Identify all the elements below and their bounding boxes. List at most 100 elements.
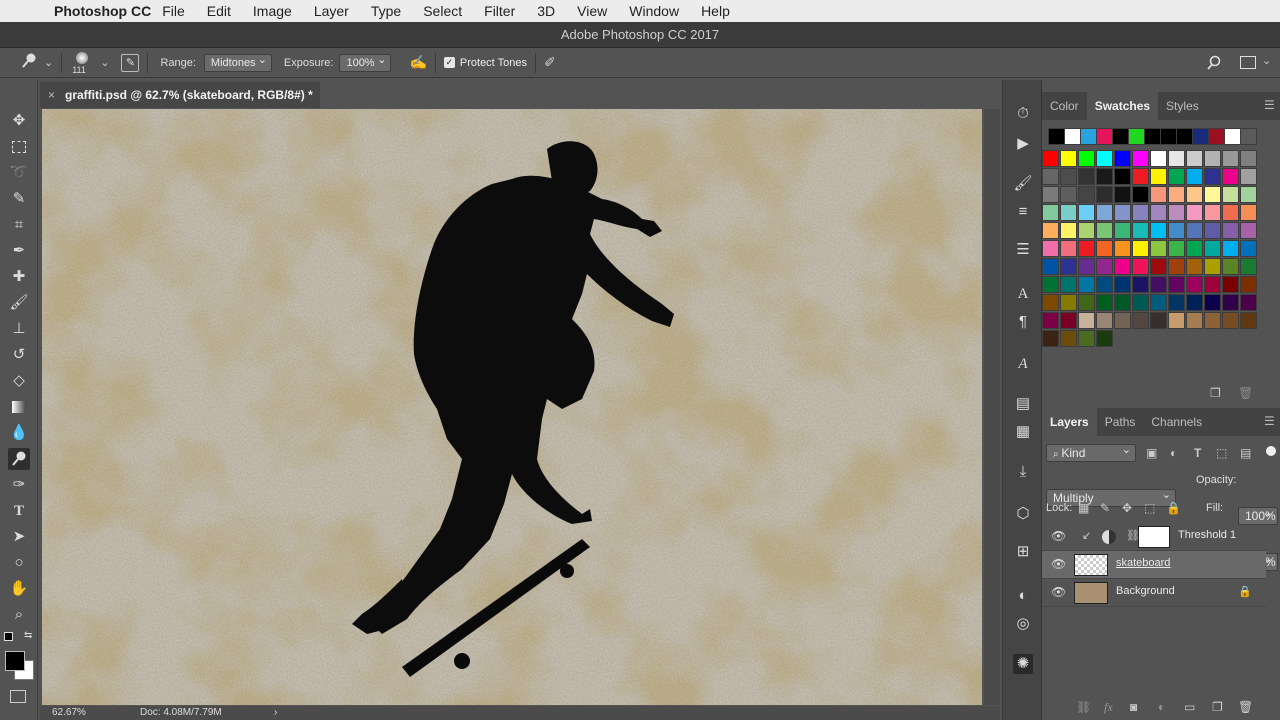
color-swatch[interactable]	[1150, 204, 1167, 221]
brush-panel-toggle-icon[interactable]: ✎	[121, 53, 140, 72]
3d-panel-icon[interactable]: ⬡	[1013, 504, 1033, 524]
color-swatch[interactable]	[1096, 312, 1113, 329]
color-swatch[interactable]	[1060, 168, 1077, 185]
protect-tones-checkbox[interactable]: ✓	[443, 57, 455, 68]
color-swatch[interactable]	[1114, 312, 1131, 329]
chevron-down-icon[interactable]: ⌄	[44, 56, 53, 69]
color-swatch[interactable]	[1096, 276, 1113, 293]
color-swatch[interactable]	[1060, 222, 1077, 239]
doc-size[interactable]: Doc: 4.08M/7.79M	[140, 706, 222, 720]
gradient-tool-icon[interactable]	[8, 396, 30, 418]
color-swatch[interactable]	[1150, 312, 1167, 329]
color-swatch[interactable]	[1078, 168, 1095, 185]
color-swatch[interactable]	[1060, 186, 1077, 203]
color-swatch[interactable]	[1150, 186, 1167, 203]
color-swatch[interactable]	[1186, 222, 1203, 239]
export-panel-icon[interactable]: ⤓	[1013, 462, 1033, 482]
color-swatch[interactable]	[1240, 186, 1257, 203]
filter-smartobject-icon[interactable]: ▤	[1240, 446, 1251, 460]
tab-layers[interactable]: Layers	[1042, 408, 1097, 436]
move-tool-icon[interactable]: ✥	[8, 110, 30, 132]
lock-transparent-icon[interactable]: ▦	[1078, 501, 1089, 515]
color-swatch[interactable]	[1222, 204, 1239, 221]
color-swatch[interactable]	[1042, 204, 1059, 221]
menu-image[interactable]: Image	[242, 3, 303, 19]
visibility-eye-icon[interactable]: 👁	[1051, 557, 1066, 571]
lock-artboard-icon[interactable]: ⬚	[1144, 501, 1155, 515]
color-swatch[interactable]	[1168, 276, 1185, 293]
vertical-scrollbar[interactable]	[984, 109, 1000, 705]
color-swatch[interactable]	[1150, 222, 1167, 239]
filter-adjustment-icon[interactable]: ◐	[1170, 446, 1177, 460]
filter-type-icon[interactable]: T	[1194, 446, 1201, 460]
color-swatch[interactable]	[1132, 222, 1149, 239]
color-swatch[interactable]	[1060, 258, 1077, 275]
color-swatch[interactable]	[1078, 276, 1095, 293]
color-swatch[interactable]	[1186, 186, 1203, 203]
blur-tool-icon[interactable]: 💧	[8, 422, 30, 444]
visibility-eye-icon[interactable]: 👁	[1051, 529, 1066, 543]
layer-style-icon[interactable]: fx	[1104, 700, 1113, 715]
foreground-color-swatch[interactable]	[5, 651, 25, 671]
color-swatch[interactable]	[1060, 294, 1077, 311]
color-swatch[interactable]	[1078, 294, 1095, 311]
color-swatch[interactable]	[1078, 150, 1095, 167]
menu-view[interactable]: View	[566, 3, 618, 19]
color-swatch[interactable]	[1208, 128, 1225, 145]
document-tab[interactable]: × graffiti.psd @ 62.7% (skateboard, RGB/…	[40, 82, 320, 108]
color-swatch[interactable]	[1096, 222, 1113, 239]
color-swatch[interactable]	[1114, 186, 1131, 203]
menu-filter[interactable]: Filter	[473, 3, 526, 19]
color-swatch[interactable]	[1186, 276, 1203, 293]
color-swatch[interactable]	[1222, 258, 1239, 275]
marquee-tool-icon[interactable]	[8, 136, 30, 158]
brushes-panel-icon[interactable]: 🖌	[1013, 174, 1033, 194]
color-swatch[interactable]	[1204, 168, 1221, 185]
tab-paths[interactable]: Paths	[1097, 408, 1144, 436]
ellipse-tool-icon[interactable]: ○	[8, 552, 30, 574]
menu-3d[interactable]: 3D	[526, 3, 566, 19]
color-swatch[interactable]	[1144, 128, 1161, 145]
path-selection-tool-icon[interactable]: ➤	[8, 526, 30, 548]
color-swatch[interactable]	[1132, 240, 1149, 257]
menu-file[interactable]: File	[151, 3, 196, 19]
color-swatch[interactable]	[1150, 294, 1167, 311]
color-swatch[interactable]	[1222, 312, 1239, 329]
tab-styles[interactable]: Styles	[1158, 92, 1207, 120]
color-swatch[interactable]	[1114, 204, 1131, 221]
color-swatch[interactable]	[1096, 204, 1113, 221]
color-swatch[interactable]	[1132, 294, 1149, 311]
tab-color[interactable]: Color	[1042, 92, 1087, 120]
color-swatch[interactable]	[1222, 294, 1239, 311]
clone-source-icon[interactable]: ◎	[1013, 614, 1033, 634]
color-swatch[interactable]	[1168, 294, 1185, 311]
menu-type[interactable]: Type	[360, 3, 412, 19]
color-swatch[interactable]	[1096, 168, 1113, 185]
color-swatch[interactable]	[1042, 330, 1059, 347]
panel-menu-icon[interactable]: ☰	[1264, 98, 1275, 112]
brush-settings-icon[interactable]: ✺	[1013, 654, 1033, 674]
exposure-input[interactable]: 100%	[339, 52, 392, 72]
color-swatch[interactable]	[1042, 294, 1059, 311]
color-swatch[interactable]	[1150, 150, 1167, 167]
color-swatch[interactable]	[1222, 186, 1239, 203]
color-swatch[interactable]	[1064, 128, 1081, 145]
color-swatch[interactable]	[1060, 312, 1077, 329]
color-swatch[interactable]	[1096, 330, 1113, 347]
menu-help[interactable]: Help	[690, 3, 741, 19]
color-swatch[interactable]	[1222, 168, 1239, 185]
color-swatch[interactable]	[1096, 128, 1113, 145]
color-swatch[interactable]	[1186, 204, 1203, 221]
color-swatch[interactable]	[1042, 312, 1059, 329]
color-swatch[interactable]	[1240, 312, 1257, 329]
quick-mask-icon[interactable]	[10, 690, 26, 703]
color-swatch[interactable]	[1150, 258, 1167, 275]
color-swatch[interactable]	[1048, 128, 1065, 145]
lock-pixels-icon[interactable]: ✎	[1100, 501, 1110, 515]
color-swatch[interactable]	[1150, 240, 1167, 257]
color-swatch[interactable]	[1176, 128, 1193, 145]
color-swatch[interactable]	[1150, 276, 1167, 293]
crop-tool-icon[interactable]: ⌗	[8, 214, 30, 236]
visibility-eye-icon[interactable]: 👁	[1051, 585, 1066, 599]
color-swatch[interactable]	[1078, 330, 1095, 347]
